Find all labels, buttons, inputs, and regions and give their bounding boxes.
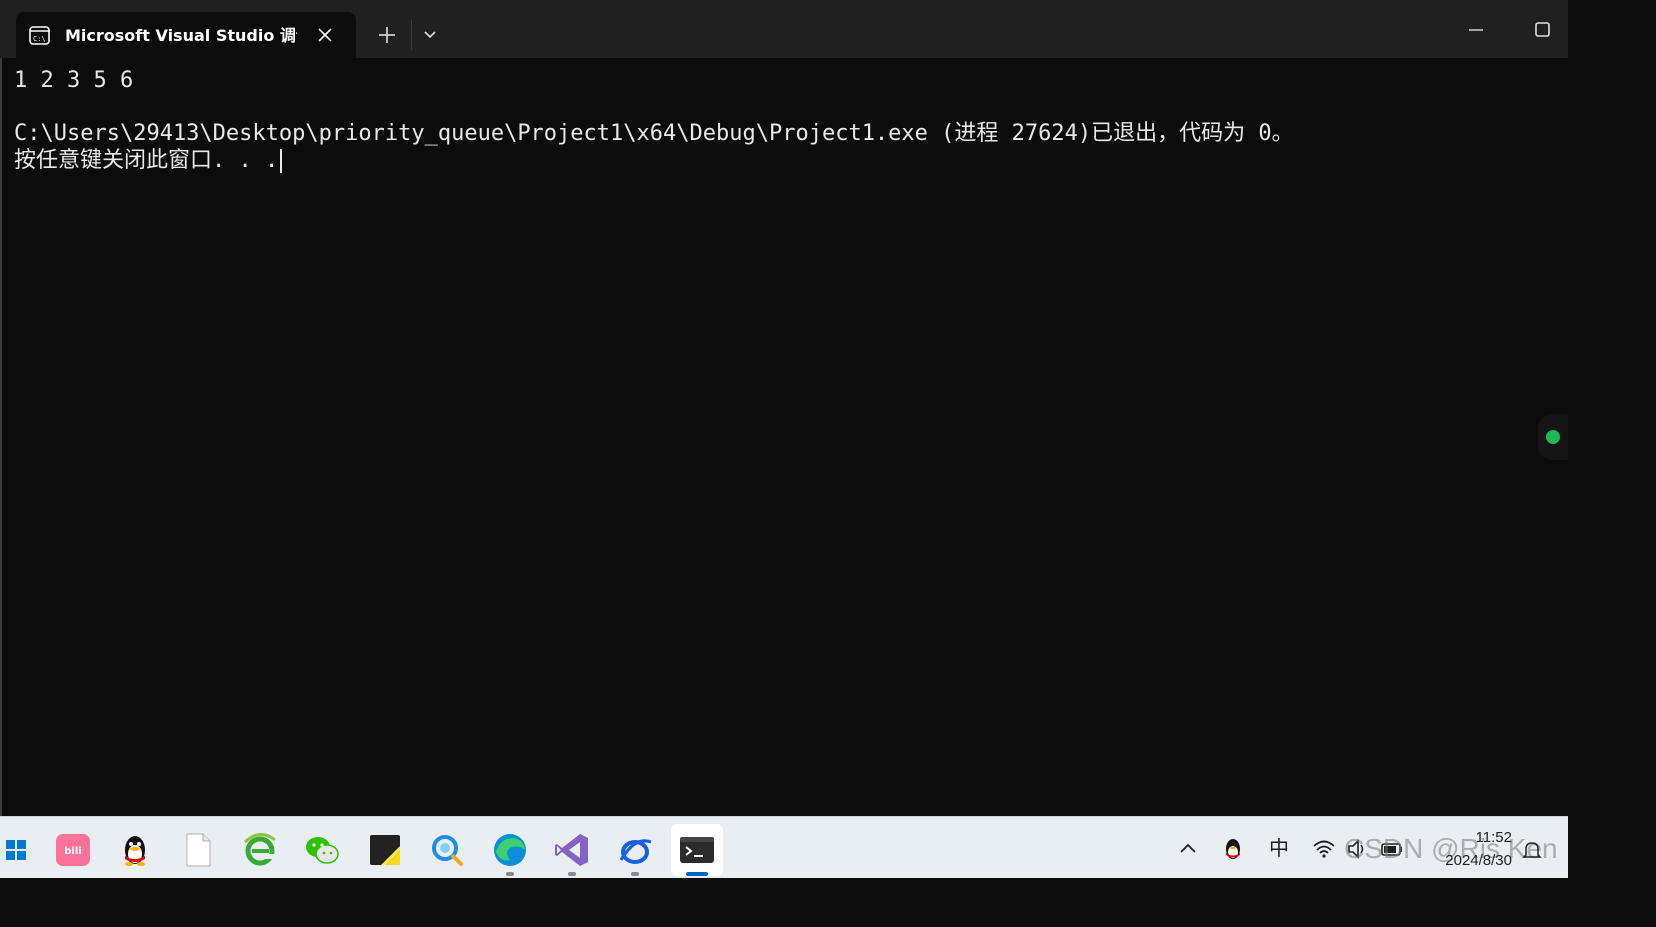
maximize-icon[interactable] <box>1528 18 1556 42</box>
clock-date[interactable]: 2024/8/30 <box>1424 852 1512 872</box>
console-line: 1 2 3 5 6 <box>14 68 134 93</box>
tab-title: Microsoft Visual Studio 调试控 <box>65 26 297 45</box>
svg-text:C:\: C:\ <box>33 35 46 43</box>
running-indicator <box>568 872 576 876</box>
start-button[interactable] <box>0 824 38 876</box>
console-line: C:\Users\29413\Desktop\priority_queue\Pr… <box>14 121 1294 146</box>
console-line: 按任意键关闭此窗口. . . <box>14 148 279 173</box>
console-prompt-line: 按任意键关闭此窗口. . . <box>14 148 283 174</box>
taskbar-app-terminal[interactable] <box>671 824 723 876</box>
clock-time[interactable]: 11:52 <box>1462 829 1512 849</box>
console-output[interactable]: 1 2 3 5 6 C:\Users\29413\Desktop\priorit… <box>0 58 1568 816</box>
visual-studio-icon <box>555 834 588 866</box>
ie-icon <box>243 833 276 866</box>
close-tab-icon[interactable] <box>316 26 334 44</box>
taskbar: bili 中 CSDN @Ris Ken 11:52 2024/8/30 <box>0 816 1568 878</box>
taskbar-app-file[interactable] <box>172 824 224 876</box>
running-indicator <box>686 872 708 876</box>
taskbar-app-bilibili[interactable]: bili <box>47 824 99 876</box>
text-cursor <box>280 149 283 173</box>
sticky-notes-icon <box>370 835 400 865</box>
qq-tray-icon[interactable] <box>1221 837 1245 861</box>
start-icon <box>6 840 26 860</box>
side-widget[interactable] <box>1538 414 1568 460</box>
bilibili-icon: bili <box>56 834 90 866</box>
qq-icon <box>125 836 145 866</box>
new-tab-icon[interactable] <box>376 24 398 46</box>
taskbar-app-browser-blue[interactable] <box>609 824 661 876</box>
search-app-icon <box>432 835 463 866</box>
running-indicator <box>631 872 639 876</box>
taskbar-app-wechat[interactable] <box>296 824 348 876</box>
terminal-icon <box>680 837 714 863</box>
wechat-icon <box>306 837 339 864</box>
svg-text:bili: bili <box>64 846 81 857</box>
taskbar-app-edge[interactable] <box>484 824 536 876</box>
taskbar-app-visual-studio[interactable] <box>546 824 598 876</box>
taskbar-app-browser-green[interactable] <box>234 824 286 876</box>
taskbar-app-qq[interactable] <box>109 824 161 876</box>
edge-icon <box>494 834 526 866</box>
browser-icon <box>619 839 652 864</box>
notification-icon[interactable] <box>1520 839 1544 863</box>
ime-indicator[interactable]: 中 <box>1266 835 1292 861</box>
title-bar: C:\ Microsoft Visual Studio 调试控 <box>0 0 1568 58</box>
chevron-down-icon[interactable] <box>420 25 440 45</box>
status-dot-icon <box>1546 430 1560 444</box>
taskbar-app-sticky-notes[interactable] <box>359 824 411 876</box>
taskbar-app-search[interactable] <box>421 824 473 876</box>
file-icon <box>186 833 211 867</box>
running-indicator <box>506 872 514 876</box>
tab-separator <box>411 20 412 50</box>
chevron-up-icon[interactable] <box>1176 837 1200 861</box>
wifi-icon[interactable] <box>1312 837 1336 861</box>
tab-debug-console[interactable]: C:\ Microsoft Visual Studio 调试控 <box>16 12 356 58</box>
console-icon: C:\ <box>29 26 50 45</box>
minimize-icon[interactable] <box>1462 20 1490 40</box>
